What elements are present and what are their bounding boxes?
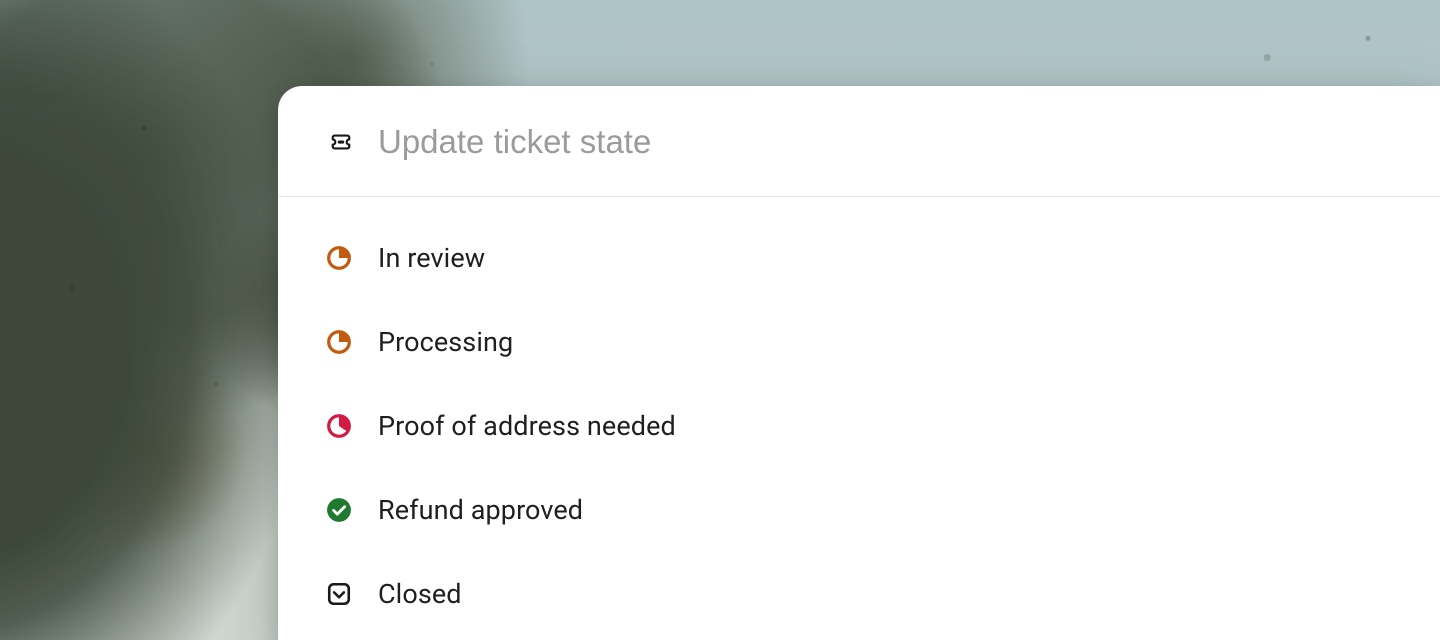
third-pie-icon <box>326 413 352 439</box>
state-option-label: Refund approved <box>378 494 583 526</box>
state-option-in-review[interactable]: In review <box>326 223 1420 293</box>
command-palette-panel: In review Processing Proof of address ne… <box>278 86 1440 640</box>
state-option-label: Processing <box>378 326 513 358</box>
state-option-refund-approved[interactable]: Refund approved <box>326 475 1420 545</box>
command-palette-search-row <box>278 86 1440 197</box>
state-option-label: In review <box>378 242 485 274</box>
state-option-processing[interactable]: Processing <box>326 307 1420 377</box>
command-palette-input[interactable] <box>378 124 1420 160</box>
state-option-closed[interactable]: Closed <box>326 559 1420 629</box>
archive-check-icon <box>326 581 352 607</box>
state-option-list: In review Processing Proof of address ne… <box>278 197 1440 640</box>
state-option-label: Closed <box>378 578 462 610</box>
check-circle-icon <box>326 497 352 523</box>
quarter-pie-icon <box>326 329 352 355</box>
ticket-icon <box>326 127 356 157</box>
quarter-pie-icon <box>326 245 352 271</box>
state-option-label: Proof of address needed <box>378 410 676 442</box>
state-option-proof-of-address[interactable]: Proof of address needed <box>326 391 1420 461</box>
